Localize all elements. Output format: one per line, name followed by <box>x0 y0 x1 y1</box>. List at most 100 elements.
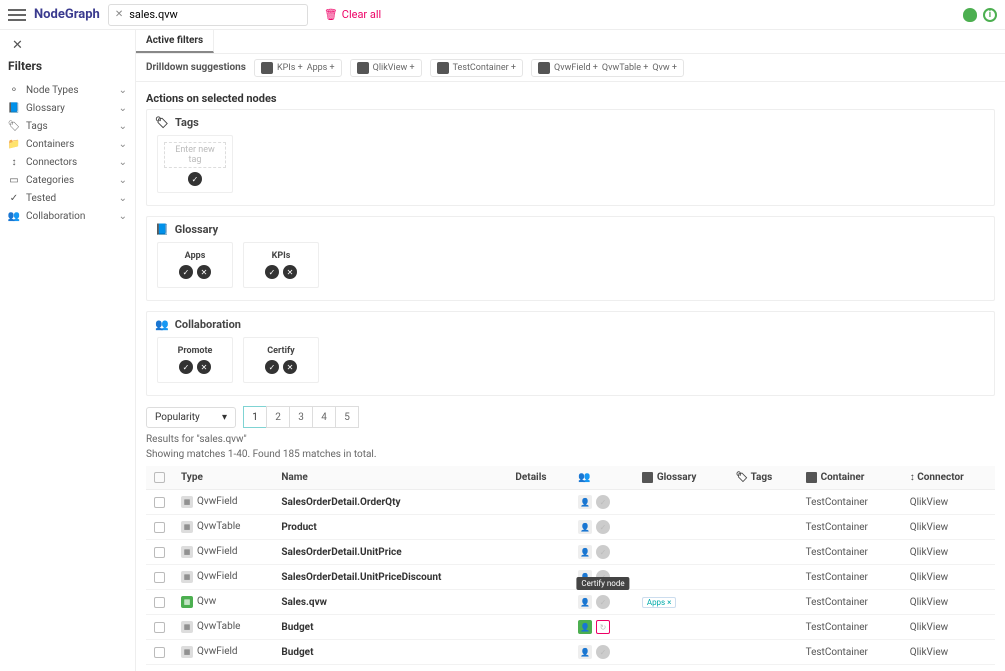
chevron-down-icon: ⌄ <box>119 211 127 222</box>
add-tag-button[interactable]: ✓ <box>188 172 202 186</box>
certify-icon[interactable]: ✓ <box>596 495 610 509</box>
connector-header-icon: ↕ <box>910 472 915 483</box>
page-5-button[interactable]: 5 <box>335 406 359 428</box>
select-all-checkbox[interactable] <box>154 472 165 483</box>
glossary-icon: 📘 <box>155 223 169 236</box>
row-checkbox[interactable] <box>154 647 165 658</box>
promote-icon[interactable]: 👤 <box>578 545 592 559</box>
th-name[interactable]: Name <box>273 466 507 490</box>
tags-heading: Tags <box>175 116 199 129</box>
type-icon: ▦ <box>181 646 193 658</box>
table-row[interactable]: ▦QvwTable Product 👤 ✓ TestContainer Qlik… <box>146 515 995 540</box>
remove-glossary-apps-button[interactable]: ✕ <box>197 265 211 279</box>
promote-icon[interactable]: 👤 <box>578 520 592 534</box>
type-icon: ▦ <box>181 546 193 558</box>
clear-all-button[interactable]: 🗑 Clear all <box>324 8 381 21</box>
apply-glossary-apps-button[interactable]: ✓ <box>179 265 193 279</box>
th-details[interactable]: Details <box>507 466 570 490</box>
chevron-down-icon: ⌄ <box>119 103 127 114</box>
drilldown-group[interactable]: KPIs + Apps + <box>254 59 342 77</box>
certify-icon[interactable]: ✓ <box>596 645 610 659</box>
page-4-button[interactable]: 4 <box>312 406 336 428</box>
certify-icon[interactable]: ↻ <box>596 620 610 634</box>
close-filters-icon[interactable]: ✕ <box>8 36 27 55</box>
table-row[interactable]: ▦QvwField Budget 👤 ✓ TestContainer QlikV… <box>146 640 995 665</box>
group-icon <box>261 62 273 74</box>
page-1-button[interactable]: 1 <box>243 406 267 428</box>
menu-icon[interactable] <box>8 9 26 21</box>
drilldown-group[interactable]: QvwField + QvwTable + Qvw + <box>531 59 684 77</box>
row-checkbox[interactable] <box>154 522 165 533</box>
remove-collab-promote-button[interactable]: ✕ <box>197 360 211 374</box>
apply-collab-certify-button[interactable]: ✓ <box>265 360 279 374</box>
th-glossary[interactable]: Glossary <box>657 472 697 483</box>
apply-collab-promote-button[interactable]: ✓ <box>179 360 193 374</box>
th-tags[interactable]: Tags <box>751 472 773 483</box>
apply-glossary-kpis-button[interactable]: ✓ <box>265 265 279 279</box>
promote-icon[interactable]: 👤 <box>578 620 592 634</box>
row-connector: QlikView <box>902 615 995 640</box>
sort-select[interactable]: Popularity ▾ <box>146 407 236 428</box>
promote-icon[interactable]: 👤 <box>578 645 592 659</box>
type-icon: ▦ <box>181 571 193 583</box>
new-tag-input[interactable]: Enter new tag <box>164 142 226 168</box>
drilldown-pill[interactable]: Qvw + <box>652 63 677 73</box>
tab-active-filters[interactable]: Active filters <box>136 30 214 53</box>
sidebar-item-tested[interactable]: ✓ Tested ⌄ <box>8 189 127 207</box>
page-2-button[interactable]: 2 <box>266 406 290 428</box>
drilldown-group[interactable]: TestContainer + <box>430 59 523 77</box>
row-checkbox[interactable] <box>154 497 165 508</box>
user-avatar-icon[interactable] <box>963 8 977 22</box>
drilldown-pill[interactable]: QvwTable + <box>602 63 648 73</box>
sidebar-item-glossary[interactable]: 📘 Glossary ⌄ <box>8 99 127 117</box>
row-checkbox[interactable] <box>154 597 165 608</box>
sidebar-item-node-types[interactable]: ⚬ Node Types ⌄ <box>8 81 127 99</box>
drilldown-pill[interactable]: QlikView + <box>373 63 415 73</box>
drilldown-pill[interactable]: KPIs + <box>277 63 303 73</box>
promote-icon[interactable]: 👤 <box>578 495 592 509</box>
clear-all-label: Clear all <box>342 8 381 21</box>
drilldown-pill[interactable]: QvwField + <box>554 63 598 73</box>
row-checkbox[interactable] <box>154 572 165 583</box>
sidebar-item-containers[interactable]: 📁 Containers ⌄ <box>8 135 127 153</box>
row-checkbox[interactable] <box>154 622 165 633</box>
page-3-button[interactable]: 3 <box>289 406 313 428</box>
table-row[interactable]: ▦QvwField SalesOrderDetail.UnitPrice 👤 ✓… <box>146 540 995 565</box>
certify-icon[interactable]: ✓ <box>596 520 610 534</box>
chevron-down-icon: ⌄ <box>119 193 127 204</box>
table-row[interactable]: ▦QvwField SalesOrderDetail.UnitPriceDisc… <box>146 565 995 590</box>
th-connector[interactable]: Connector <box>917 472 964 483</box>
sidebar-item-collaboration[interactable]: 👥 Collaboration ⌄ <box>8 207 127 225</box>
filter-label: Connectors <box>26 157 77 168</box>
drilldown-pill[interactable]: TestContainer + <box>453 63 516 73</box>
row-checkbox[interactable] <box>154 547 165 558</box>
group-icon <box>538 62 550 74</box>
row-name: Budget <box>273 615 507 640</box>
table-row[interactable]: ▦Qvw Sales.qvw 👤 ✓ Apps × TestContainer … <box>146 590 995 615</box>
remove-glossary-kpis-button[interactable]: ✕ <box>283 265 297 279</box>
glossary-header-icon <box>642 472 653 483</box>
search-input[interactable] <box>129 8 301 21</box>
table-row[interactable]: ▦QvwTable Budget 👤 ↻ TestContainer QlikV… <box>146 615 995 640</box>
certify-icon[interactable]: ✓ <box>596 595 610 609</box>
th-type[interactable]: Type <box>173 466 273 490</box>
drilldown-group[interactable]: QlikView + <box>350 59 422 77</box>
collab-heading: Collaboration <box>175 318 241 331</box>
clear-search-icon[interactable]: ✕ <box>115 9 123 20</box>
collab-promote-card: Promote ✓ ✕ <box>157 337 233 383</box>
info-icon[interactable]: i <box>983 8 997 22</box>
sidebar-item-categories[interactable]: ▭ Categories ⌄ <box>8 171 127 189</box>
pagination: 12345 <box>244 406 359 428</box>
remove-collab-certify-button[interactable]: ✕ <box>283 360 297 374</box>
drilldown-pill[interactable]: Apps + <box>307 63 335 73</box>
chevron-down-icon: ⌄ <box>119 85 127 96</box>
certify-icon[interactable]: ✓ <box>596 545 610 559</box>
filter-icon: ⚬ <box>8 84 20 96</box>
promote-icon[interactable]: 👤 <box>578 595 592 609</box>
table-row[interactable]: ▦QvwField SalesOrderDetail.OrderQty 👤 ✓ … <box>146 490 995 515</box>
row-container: TestContainer <box>798 540 902 565</box>
sidebar-item-connectors[interactable]: ↕ Connectors ⌄ <box>8 153 127 171</box>
sidebar-item-tags[interactable]: 🏷 Tags ⌄ <box>8 117 127 135</box>
glossary-tag[interactable]: Apps × <box>642 597 677 608</box>
th-container[interactable]: Container <box>821 472 865 483</box>
